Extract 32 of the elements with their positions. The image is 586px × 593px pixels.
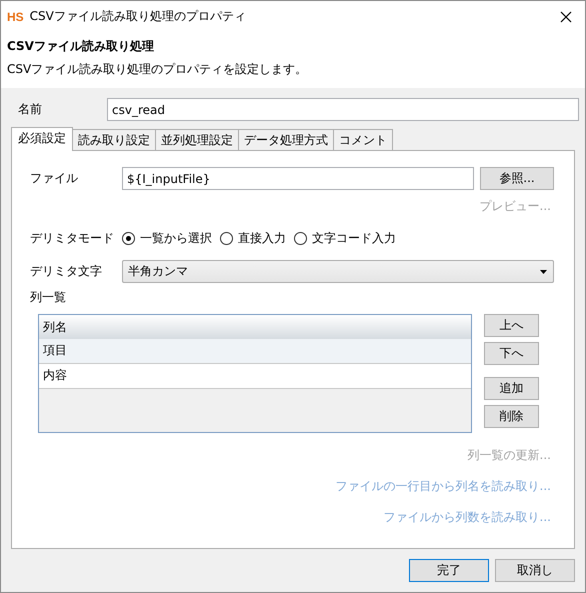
radio-button[interactable] <box>294 232 307 245</box>
table-row[interactable]: 内容 <box>39 364 471 389</box>
field-label: 名前 <box>17 101 43 118</box>
window-title: CSVファイル読み取り処理のプロパティ <box>30 8 247 25</box>
delimiter-dropdown[interactable]: 半角カンマ <box>122 260 554 283</box>
dialog-button[interactable]: 取消し <box>495 559 575 582</box>
browse-button[interactable]: 参照... <box>480 167 554 190</box>
radio-label[interactable]: 文字コード入力 <box>312 230 396 247</box>
radio-label[interactable]: 直接入力 <box>238 230 286 247</box>
list-button[interactable]: 追加 <box>484 377 539 400</box>
field-label: デリミタモード <box>30 230 115 247</box>
radio-label[interactable]: 一覧から選択 <box>140 230 212 247</box>
caret-icon <box>540 270 547 274</box>
field-label: ファイル <box>30 170 79 187</box>
tab[interactable]: コメント <box>333 129 393 150</box>
name-field[interactable]: csv_read <box>107 98 579 121</box>
section-label: 列一覧 <box>30 289 67 306</box>
file-field[interactable]: ${I_inputFile} <box>122 167 474 190</box>
tab[interactable]: 必須設定 <box>11 127 73 151</box>
list-button[interactable]: 下へ <box>484 342 539 365</box>
radio-button[interactable] <box>122 232 135 245</box>
header-description: CSVファイル読み取り処理のプロパティを設定します。 <box>7 61 308 78</box>
list-button[interactable]: 上へ <box>484 314 539 337</box>
column-header[interactable]: 列名 <box>39 315 471 339</box>
header-title: CSVファイル読み取り処理 <box>7 38 155 55</box>
radio-button[interactable] <box>220 232 233 245</box>
close-icon[interactable] <box>560 10 572 22</box>
list-button[interactable]: 削除 <box>484 405 539 428</box>
table-row[interactable]: 項目 <box>39 339 471 364</box>
dialog-button[interactable]: 完了 <box>409 559 489 582</box>
app-logo: HS <box>7 10 24 24</box>
field-label: デリミタ文字 <box>30 263 103 280</box>
